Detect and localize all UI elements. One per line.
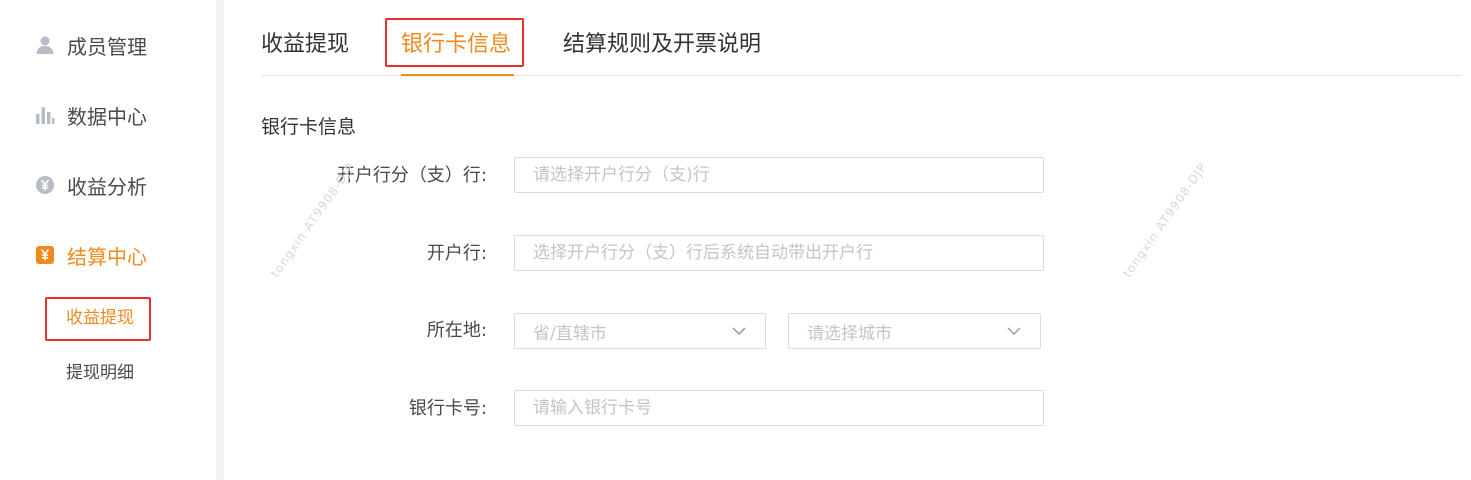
active-tab-indicator (401, 74, 514, 76)
location-label: 所在地: (426, 320, 487, 341)
sidebar-subitem-withdraw-details[interactable]: 提现明细 (66, 361, 134, 385)
chevron-down-icon (731, 323, 747, 339)
tab-bar: 收益提现 银行卡信息 结算规则及开票说明 (261, 20, 1461, 76)
watermark: tongxin AT9908-DJP (1120, 160, 1210, 281)
sidebar-item-label: 结算中心 (67, 244, 147, 269)
chevron-down-icon (1006, 323, 1022, 339)
sidebar-item-label: 成员管理 (67, 34, 147, 59)
tab-bank-card-info[interactable]: 银行卡信息 (401, 30, 511, 60)
sidebar-item-settlement-center[interactable]: 结算中心 (35, 240, 147, 270)
sidebar-item-revenue-analysis[interactable]: 收益分析 (35, 170, 147, 200)
yen-square-icon (35, 245, 55, 265)
city-select[interactable]: 请选择城市 (788, 313, 1041, 349)
sidebar-item-label: 收益分析 (67, 174, 147, 199)
sidebar-subitem-withdraw[interactable]: 收益提现 (66, 306, 134, 330)
tab-settlement-rules[interactable]: 结算规则及开票说明 (563, 30, 761, 60)
province-placeholder: 省/直辖市 (533, 323, 607, 344)
province-select[interactable]: 省/直辖市 (514, 313, 766, 349)
city-placeholder: 请选择城市 (807, 323, 892, 344)
section-title: 银行卡信息 (261, 116, 357, 138)
app: 成员管理 数据中心 收益分析 结算中心 收益提现 提现明细 收益提现 银行卡信息… (0, 0, 1471, 480)
yen-circle-icon (35, 175, 55, 195)
card-number-label: 银行卡号: (408, 398, 487, 419)
card-number-input[interactable] (514, 390, 1044, 426)
sidebar-item-label: 数据中心 (67, 104, 147, 129)
sidebar-item-data-center[interactable]: 数据中心 (35, 100, 147, 130)
bar-chart-icon (35, 105, 55, 125)
user-icon (35, 35, 55, 55)
sidebar-divider (216, 0, 224, 480)
sidebar-item-members[interactable]: 成员管理 (35, 30, 147, 60)
sidebar: 成员管理 数据中心 收益分析 结算中心 收益提现 提现明细 (0, 0, 216, 480)
branch-input[interactable] (514, 157, 1044, 193)
branch-label: 开户行分（支）行: (336, 165, 487, 186)
bank-input[interactable] (514, 235, 1044, 271)
tab-withdraw[interactable]: 收益提现 (261, 30, 349, 60)
